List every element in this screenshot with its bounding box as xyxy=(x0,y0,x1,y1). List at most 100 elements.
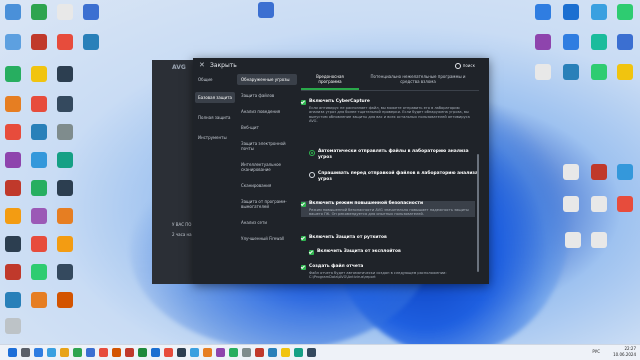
desktop-icon[interactable] xyxy=(558,164,584,180)
desktop-icon[interactable] xyxy=(52,292,78,308)
nav-item[interactable]: Полная защита xyxy=(195,112,235,123)
desktop-icon[interactable] xyxy=(52,264,78,280)
desktop-icon[interactable] xyxy=(26,292,52,308)
desktop-icon[interactable] xyxy=(78,4,104,20)
desktop-icon[interactable] xyxy=(52,4,78,20)
desktop-icon[interactable] xyxy=(560,232,586,248)
subnav-item[interactable]: Защита от программ-вымогателей xyxy=(237,196,297,212)
desktop-icon[interactable] xyxy=(0,34,26,50)
taskbar-app-icon[interactable] xyxy=(86,348,95,357)
desktop-icon[interactable] xyxy=(52,96,78,112)
desktop-icon[interactable] xyxy=(558,196,584,212)
desktop-icon[interactable] xyxy=(26,124,52,140)
radio-button[interactable] xyxy=(309,171,315,178)
subnav-item[interactable]: Анализ сети xyxy=(237,217,297,228)
desktop-icon[interactable] xyxy=(0,236,26,252)
taskbar-app-icon[interactable] xyxy=(99,348,108,357)
desktop-icon[interactable] xyxy=(530,64,556,80)
taskbar-app-icon[interactable] xyxy=(229,348,238,357)
desktop-icon[interactable] xyxy=(558,34,584,50)
desktop-icon[interactable] xyxy=(612,164,638,180)
desktop-icon[interactable] xyxy=(586,196,612,212)
tab-malware[interactable]: Вредоносная программа xyxy=(305,74,355,84)
desktop-icon[interactable] xyxy=(0,264,26,280)
taskbar-app-icon[interactable] xyxy=(112,348,121,357)
desktop-icon[interactable] xyxy=(26,66,52,82)
taskbar-app-icon[interactable] xyxy=(60,348,69,357)
desktop-icon[interactable] xyxy=(78,34,104,50)
taskbar-app-icon[interactable] xyxy=(294,348,303,357)
checkbox[interactable] xyxy=(309,249,314,255)
subnav-item[interactable]: Веб-щит xyxy=(237,122,297,133)
taskbar-app-icon[interactable] xyxy=(255,348,264,357)
desktop-icon[interactable] xyxy=(52,66,78,82)
close-icon[interactable]: ✕ xyxy=(199,61,205,69)
desktop-icon[interactable] xyxy=(26,4,52,20)
checkbox[interactable] xyxy=(301,99,306,105)
desktop-icon[interactable] xyxy=(0,180,26,196)
taskbar-app-icon[interactable] xyxy=(34,348,43,357)
taskbar-app-icon[interactable] xyxy=(125,348,134,357)
taskbar-app-icon[interactable] xyxy=(190,348,199,357)
desktop-icon[interactable] xyxy=(612,196,638,212)
taskbar-app-icon[interactable] xyxy=(177,348,186,357)
clock[interactable]: 22:27 10.06.2024 xyxy=(613,346,636,358)
taskbar-app-icon[interactable] xyxy=(8,348,17,357)
checkbox[interactable] xyxy=(301,201,306,207)
desktop-icon[interactable] xyxy=(52,236,78,252)
desktop-icon[interactable] xyxy=(52,124,78,140)
taskbar-app-icon[interactable] xyxy=(203,348,212,357)
language-indicator[interactable]: РУС xyxy=(592,349,600,354)
desktop-icon[interactable] xyxy=(26,264,52,280)
taskbar-app-icon[interactable] xyxy=(138,348,147,357)
desktop-icon[interactable] xyxy=(26,152,52,168)
nav-item[interactable]: Базовая защита xyxy=(195,92,235,103)
taskbar-app-icon[interactable] xyxy=(47,348,56,357)
desktop-icon[interactable] xyxy=(26,180,52,196)
desktop-icon[interactable] xyxy=(52,34,78,50)
desktop-icon[interactable] xyxy=(586,64,612,80)
nav-item[interactable]: Инструменты xyxy=(195,132,235,143)
desktop-icon[interactable] xyxy=(586,232,612,248)
desktop-icon[interactable] xyxy=(612,4,638,20)
desktop-icon[interactable] xyxy=(253,2,279,18)
desktop-icon[interactable] xyxy=(0,292,26,308)
desktop-icon[interactable] xyxy=(586,34,612,50)
radio-button[interactable] xyxy=(309,149,315,156)
search-button[interactable]: поиск xyxy=(454,63,475,69)
taskbar-app-icon[interactable] xyxy=(242,348,251,357)
desktop-icon[interactable] xyxy=(26,208,52,224)
desktop-icon[interactable] xyxy=(0,124,26,140)
checkbox[interactable] xyxy=(301,235,306,241)
nav-item[interactable]: Общие xyxy=(195,74,235,85)
scrollbar[interactable] xyxy=(477,154,479,272)
taskbar-app-icon[interactable] xyxy=(21,348,30,357)
checkbox[interactable] xyxy=(301,264,306,270)
taskbar-app-icon[interactable] xyxy=(268,348,277,357)
desktop-icon[interactable] xyxy=(558,64,584,80)
taskbar-app-icon[interactable] xyxy=(281,348,290,357)
desktop-icon[interactable] xyxy=(52,152,78,168)
subnav-item[interactable]: Сканирования xyxy=(237,180,297,191)
desktop-icon[interactable] xyxy=(0,152,26,168)
desktop-icon[interactable] xyxy=(530,34,556,50)
desktop-icon[interactable] xyxy=(52,208,78,224)
desktop-icon[interactable] xyxy=(0,208,26,224)
subnav-item[interactable]: Улучшенный Firewall xyxy=(237,233,297,244)
taskbar-app-icon[interactable] xyxy=(73,348,82,357)
taskbar-app-icon[interactable] xyxy=(164,348,173,357)
desktop-icon[interactable] xyxy=(26,34,52,50)
desktop-icon[interactable] xyxy=(586,4,612,20)
desktop-icon[interactable] xyxy=(0,4,26,20)
subnav-item[interactable]: Обнаруженные угрозы xyxy=(237,74,297,85)
desktop-icon[interactable] xyxy=(52,180,78,196)
subnav-item[interactable]: Защита электронной почты xyxy=(237,138,297,154)
tab-pup[interactable]: Потенциально нежелательные программы и с… xyxy=(363,74,473,84)
close-button[interactable]: Закрыть xyxy=(210,62,237,69)
desktop-icon[interactable] xyxy=(0,318,26,334)
taskbar-app-icon[interactable] xyxy=(307,348,316,357)
subnav-item[interactable]: Интеллектуальное сканирование xyxy=(237,159,297,175)
desktop-icon[interactable] xyxy=(612,34,638,50)
desktop-icon[interactable] xyxy=(586,164,612,180)
desktop-icon[interactable] xyxy=(530,4,556,20)
